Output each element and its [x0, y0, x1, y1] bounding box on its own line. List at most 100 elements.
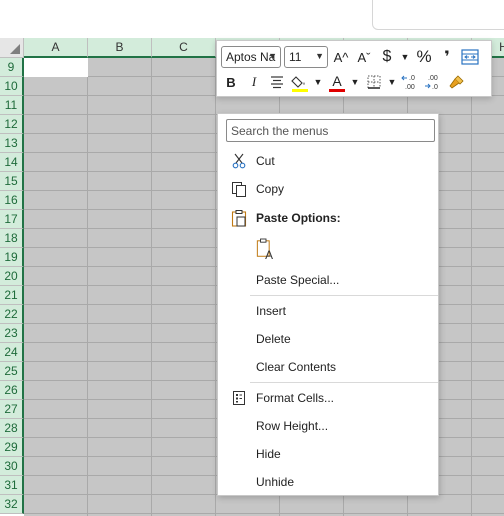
menu-item-insert[interactable]: Insert: [219, 298, 438, 324]
row-header[interactable]: 17: [0, 210, 24, 229]
font-color-button[interactable]: A: [327, 71, 347, 93]
center-align-button[interactable]: [267, 71, 287, 93]
top-area: [0, 0, 504, 38]
row-header[interactable]: 12: [0, 115, 24, 134]
menu-item-label: Row Height...: [256, 419, 329, 433]
row-header[interactable]: 23: [0, 324, 24, 343]
fill-color-dropdown[interactable]: ▼: [313, 71, 323, 93]
percent-style-button[interactable]: %: [414, 46, 434, 68]
row-header[interactable]: 26: [0, 381, 24, 400]
paintbrush-icon: [449, 75, 464, 89]
mini-toolbar: Aptos Na ▼ 11 ▼ A^ Aˇ $ ▼ % ❜ B I ▼ A ▼ …: [216, 40, 492, 97]
row-header[interactable]: 27: [0, 400, 24, 419]
svg-text:.0: .0: [409, 75, 415, 82]
currency-format-button[interactable]: $: [377, 46, 397, 68]
font-color-icon: A: [332, 72, 342, 89]
chevron-down-icon: ▼: [313, 77, 323, 87]
svg-text:.00: .00: [428, 75, 438, 82]
select-all-button[interactable]: [0, 38, 24, 58]
decrease-decimal-icon: .00 .0: [425, 75, 438, 91]
paste-text-icon: A: [256, 238, 276, 262]
menu-separator: [250, 295, 438, 296]
row-header[interactable]: 9: [0, 58, 24, 77]
fill-color-button[interactable]: [290, 71, 310, 93]
font-name-combo[interactable]: Aptos Na ▼: [221, 46, 281, 68]
row-header[interactable]: 22: [0, 305, 24, 324]
fill-color-swatch: [292, 89, 308, 92]
format-painter-button[interactable]: [447, 71, 467, 93]
font-color-swatch: [329, 89, 345, 92]
italic-button[interactable]: I: [244, 71, 264, 93]
row-header[interactable]: 11: [0, 96, 24, 115]
increase-font-icon: A^: [333, 49, 349, 65]
decrease-font-icon: Aˇ: [357, 49, 371, 65]
decrease-font-size-button[interactable]: Aˇ: [354, 46, 374, 68]
paste-option-keep-text[interactable]: A: [219, 234, 438, 264]
menu-item-clear-contents[interactable]: Clear Contents: [219, 354, 438, 380]
svg-text:A: A: [265, 248, 273, 262]
row-header[interactable]: 21: [0, 286, 24, 305]
chevron-down-icon: ▼: [268, 51, 277, 61]
menu-item-format-cells[interactable]: Format Cells...: [219, 385, 438, 411]
row-headers: 9 10 11 12 13 14 15 16 17 18 19 20 21 22…: [0, 58, 24, 516]
copy-icon: [229, 179, 249, 199]
clipboard-icon: [229, 208, 249, 228]
menu-item-row-height[interactable]: Row Height...: [219, 413, 438, 439]
menu-search-input[interactable]: [226, 119, 435, 142]
chevron-down-icon: ▼: [400, 52, 410, 62]
row-header[interactable]: 30: [0, 457, 24, 476]
row-header[interactable]: 10: [0, 77, 24, 96]
row-header[interactable]: 29: [0, 438, 24, 457]
row-header[interactable]: 16: [0, 191, 24, 210]
italic-icon: I: [251, 74, 257, 89]
menu-item-paste-special[interactable]: Paste Special...: [219, 267, 438, 293]
row-header[interactable]: 28: [0, 419, 24, 438]
paint-bucket-icon: [291, 76, 305, 88]
menu-item-hide[interactable]: Hide: [219, 441, 438, 467]
row-header[interactable]: 18: [0, 229, 24, 248]
menu-item-label: Hide: [256, 447, 281, 461]
row-header[interactable]: 19: [0, 248, 24, 267]
svg-text:.0: .0: [432, 84, 438, 91]
menu-item-copy[interactable]: Copy: [219, 176, 438, 202]
menu-item-label: Unhide: [256, 475, 295, 489]
font-color-dropdown[interactable]: ▼: [350, 71, 360, 93]
menu-item-unhide[interactable]: Unhide: [219, 469, 438, 495]
borders-button[interactable]: [364, 71, 384, 93]
menu-item-cut[interactable]: Cut: [219, 148, 438, 174]
increase-decimal-button[interactable]: .0 .00: [401, 71, 421, 93]
column-header-b[interactable]: B: [88, 38, 152, 58]
borders-dropdown[interactable]: ▼: [387, 71, 397, 93]
menu-item-delete[interactable]: Delete: [219, 326, 438, 352]
comma-style-button[interactable]: ❜: [437, 46, 457, 68]
row-header[interactable]: 31: [0, 476, 24, 495]
column-header-a[interactable]: A: [24, 38, 88, 58]
chevron-down-icon: ▼: [350, 77, 360, 87]
formula-bar-remnant[interactable]: [372, 0, 504, 30]
row-header[interactable]: 20: [0, 267, 24, 286]
svg-text:.00: .00: [405, 84, 415, 91]
increase-decimal-icon: .0 .00: [401, 75, 415, 91]
menu-item-label: Cut: [256, 154, 275, 168]
increase-font-size-button[interactable]: A^: [331, 46, 351, 68]
decrease-decimal-button[interactable]: .00 .0: [424, 71, 444, 93]
font-size-combo[interactable]: 11 ▼: [284, 46, 328, 68]
row-header[interactable]: 13: [0, 134, 24, 153]
format-cells-icon: [229, 388, 249, 408]
row-header[interactable]: 14: [0, 153, 24, 172]
row-header[interactable]: 15: [0, 172, 24, 191]
row-header[interactable]: 25: [0, 362, 24, 381]
scissors-icon: [229, 151, 249, 171]
menu-item-label: Copy: [256, 182, 285, 196]
context-menu: Cut Copy Paste Options: A: [217, 113, 439, 496]
row-header[interactable]: 24: [0, 343, 24, 362]
borders-icon: [367, 75, 381, 89]
align-center-icon: [271, 76, 283, 89]
column-header-c[interactable]: C: [152, 38, 216, 58]
comma-icon: ❜: [444, 49, 450, 66]
merge-center-button[interactable]: [460, 46, 480, 68]
row-header[interactable]: 32: [0, 495, 24, 514]
active-cell-a9[interactable]: [24, 58, 88, 77]
currency-dropdown[interactable]: ▼: [400, 46, 410, 68]
bold-button[interactable]: B: [221, 71, 241, 93]
